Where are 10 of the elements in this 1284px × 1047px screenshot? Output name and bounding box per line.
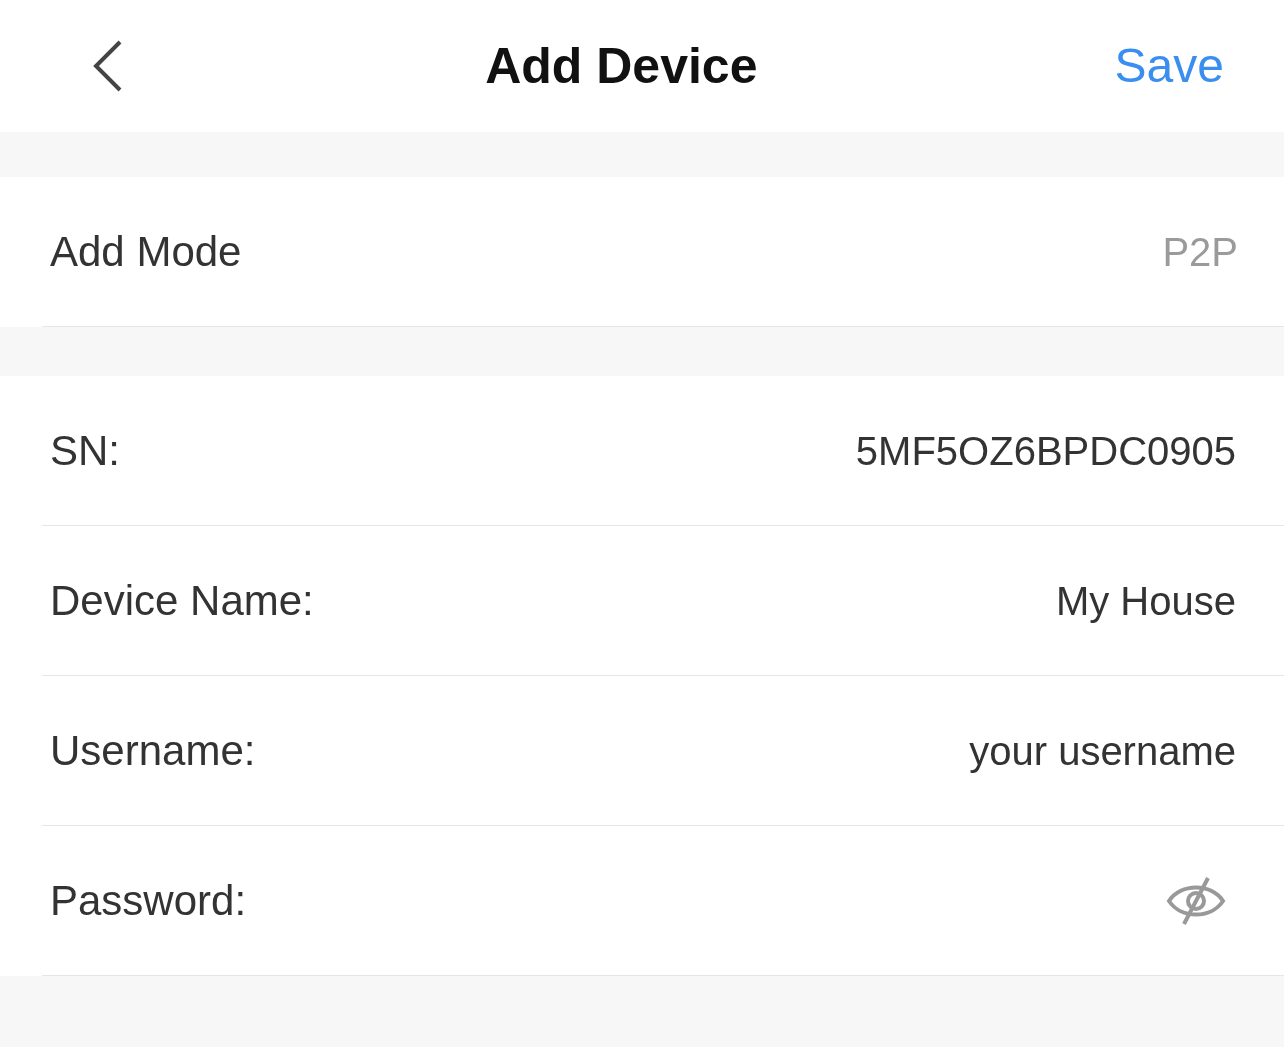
input-field[interactable]: My House <box>638 569 1238 632</box>
field-label: Password: <box>50 876 247 926</box>
field-label: Username: <box>50 726 256 776</box>
field-label: Add Mode <box>50 227 242 277</box>
input-field[interactable]: 5MF5OZ6BPDC0905 <box>638 419 1238 482</box>
page-title: Add Device <box>485 36 758 96</box>
input-field[interactable]: your username <box>638 719 1238 782</box>
field-label: Device Name: <box>50 576 314 626</box>
field-label: SN: <box>50 426 120 476</box>
eye-slash-icon[interactable] <box>1166 874 1226 927</box>
